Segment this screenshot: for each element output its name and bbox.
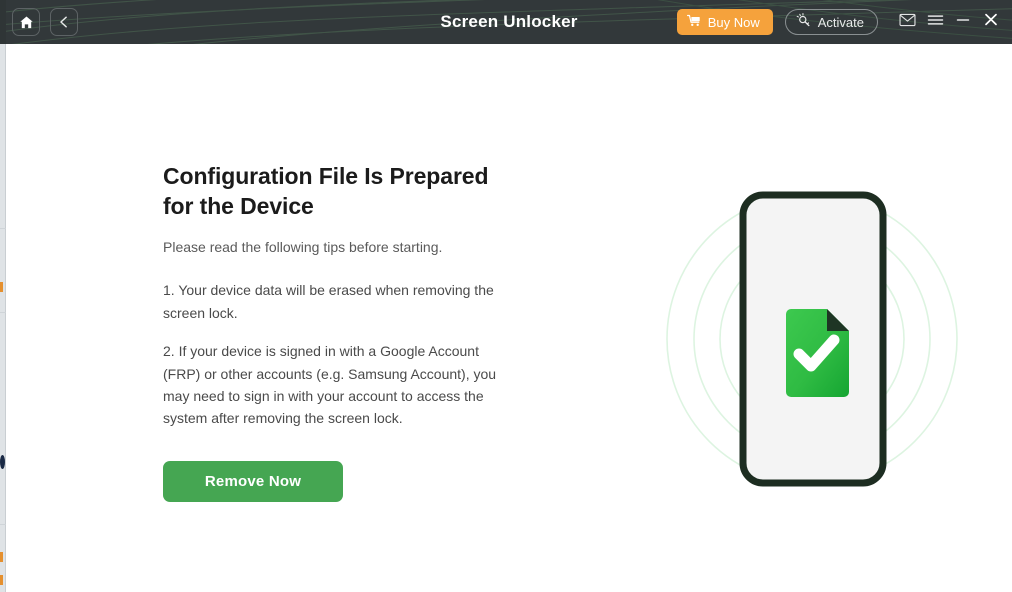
buy-now-button[interactable]: Buy Now [676,9,773,35]
background-window-dot [0,455,5,469]
menu-button[interactable] [922,9,948,35]
background-window-accent [0,575,3,585]
back-button[interactable] [50,8,78,36]
background-window-accent [0,282,3,292]
minimize-icon [955,13,971,32]
tip-item-1: 1. Your device data will be erased when … [163,282,494,321]
background-window-divider [0,524,6,525]
shopping-cart-icon [686,14,702,31]
activate-label: Activate [817,14,864,30]
home-icon [19,15,34,30]
titlebar-left-controls [12,0,78,44]
activation-key-icon [796,13,812,31]
illustration-phone-configuration-ready [657,174,967,504]
minimize-button[interactable] [950,9,976,35]
page-subtitle: Please read the following tips before st… [163,238,443,255]
titlebar: Screen Unlocker Buy Now Activate [6,0,1012,44]
background-window-divider [0,228,6,229]
envelope-icon [898,13,916,32]
remove-now-button[interactable]: Remove Now [163,460,343,502]
close-icon [983,12,999,32]
hamburger-menu-icon [927,13,944,32]
feedback-mail-button[interactable] [894,9,920,35]
activate-button[interactable]: Activate [784,9,878,35]
tip-item-2: 2. If your device is signed in with a Go… [163,343,497,427]
background-window-strip [0,0,6,592]
background-window-divider [0,312,6,313]
background-window-accent [0,552,3,562]
home-button[interactable] [12,8,40,36]
buy-now-label: Buy Now [707,14,760,30]
titlebar-right-controls: Buy Now Activate [676,0,1004,44]
chevron-left-icon [57,15,71,29]
close-button[interactable] [978,9,1004,35]
main-content: Configuration File Is Prepared for the D… [7,44,1012,592]
page-title: Configuration File Is Prepared for the D… [163,163,489,219]
configuration-file-icon [786,309,849,397]
application-window: Screen Unlocker Buy Now Activate Configu… [0,0,1012,592]
instructions-panel: Configuration File Is Prepared for the D… [163,162,563,502]
